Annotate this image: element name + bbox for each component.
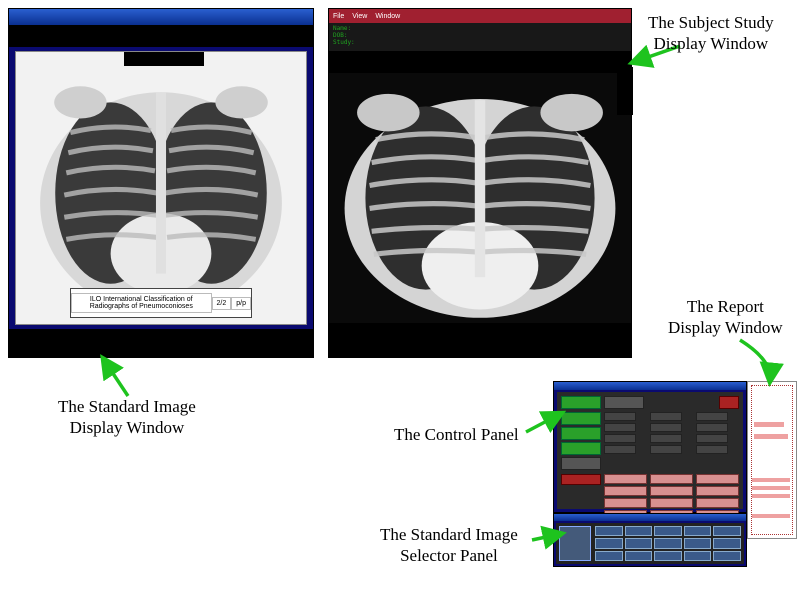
report-mark <box>754 434 788 439</box>
standard-image-display-window: ILO International Classification of Radi… <box>8 8 314 358</box>
value-field[interactable] <box>604 474 647 484</box>
label-subject-study-display: The Subject Study Display Window <box>648 12 774 55</box>
film-footer-strip: ILO International Classification of Radi… <box>70 288 252 318</box>
selector-cell[interactable] <box>595 538 623 548</box>
value-field[interactable] <box>650 498 693 508</box>
info-line: DOB: <box>333 32 627 39</box>
checkbox-row[interactable] <box>604 434 636 443</box>
letterbox-top <box>329 51 631 73</box>
selector-cell[interactable] <box>713 538 741 548</box>
footer-text: ILO International Classification of Radi… <box>71 293 212 313</box>
letterbox-bottom <box>9 329 313 357</box>
xray-film-standard: ILO International Classification of Radi… <box>15 51 307 325</box>
window-titlebar <box>554 382 746 390</box>
checkbox-row[interactable] <box>650 412 682 421</box>
xray-film-subject <box>329 73 631 323</box>
checkbox-row[interactable] <box>696 434 728 443</box>
label-standard-image-display: The Standard Image Display Window <box>58 396 196 439</box>
side-marker-tab <box>617 67 633 115</box>
chest-xray-icon <box>329 73 631 323</box>
selector-cell[interactable] <box>684 551 712 561</box>
checkbox-row[interactable] <box>696 423 728 432</box>
menu-item[interactable]: Window <box>375 13 400 20</box>
window-menubar: File View Window <box>329 9 631 23</box>
checkbox-row[interactable] <box>650 445 682 454</box>
selector-cell[interactable] <box>654 526 682 536</box>
value-field[interactable] <box>696 474 739 484</box>
label-control-panel: The Control Panel <box>394 424 519 445</box>
value-field[interactable] <box>604 498 647 508</box>
selector-cell[interactable] <box>654 538 682 548</box>
checkbox-row[interactable] <box>604 423 636 432</box>
label-report-display: The Report Display Window <box>668 296 783 339</box>
value-field[interactable] <box>696 486 739 496</box>
chest-xray-icon <box>16 52 306 324</box>
control-button[interactable] <box>719 396 739 409</box>
selector-thumbnail[interactable] <box>559 526 591 561</box>
checkbox-row[interactable] <box>696 445 728 454</box>
value-field[interactable] <box>696 498 739 508</box>
control-panel-window <box>553 381 747 513</box>
window-titlebar <box>9 9 313 25</box>
control-button[interactable] <box>561 396 601 409</box>
selector-cell[interactable] <box>595 551 623 561</box>
menu-item[interactable]: View <box>352 13 367 20</box>
control-button[interactable] <box>561 457 601 470</box>
value-field[interactable] <box>650 486 693 496</box>
menu-item[interactable]: File <box>333 13 344 20</box>
redaction-bar <box>124 52 204 66</box>
footer-quality: p/p <box>231 297 251 310</box>
label-standard-image-selector: The Standard Image Selector Panel <box>380 524 518 567</box>
report-mark <box>752 514 790 518</box>
window-titlebar <box>554 514 746 521</box>
control-button[interactable] <box>604 396 644 409</box>
control-button[interactable] <box>561 427 601 440</box>
selector-cell[interactable] <box>625 526 653 536</box>
letterbox-bottom <box>329 323 631 357</box>
checkbox-row[interactable] <box>650 423 682 432</box>
control-panel-body <box>557 392 743 509</box>
standard-image-selector-panel <box>553 513 747 567</box>
diagram-stage: ILO International Classification of Radi… <box>0 0 800 600</box>
report-mark <box>754 422 784 427</box>
selector-cell[interactable] <box>713 526 741 536</box>
selector-cell[interactable] <box>625 538 653 548</box>
footer-code: 2/2 <box>212 297 232 310</box>
selector-cell[interactable] <box>684 526 712 536</box>
checkbox-row[interactable] <box>696 412 728 421</box>
checkbox-row[interactable] <box>604 445 636 454</box>
report-mark <box>752 494 790 498</box>
selector-cell[interactable] <box>595 526 623 536</box>
value-field[interactable] <box>604 486 647 496</box>
checkbox-row[interactable] <box>650 434 682 443</box>
selector-cell[interactable] <box>713 551 741 561</box>
info-line: Name: <box>333 25 627 32</box>
selector-cell[interactable] <box>654 551 682 561</box>
value-field[interactable] <box>650 474 693 484</box>
selector-cell[interactable] <box>625 551 653 561</box>
control-button[interactable] <box>561 412 601 425</box>
info-line: Study: <box>333 39 627 46</box>
report-display-window <box>747 381 797 539</box>
subject-study-display-window: File View Window Name: DOB: Study: <box>328 8 632 358</box>
control-button[interactable] <box>561 442 601 455</box>
selector-body <box>556 523 744 564</box>
selector-cell[interactable] <box>684 538 712 548</box>
letterbox-top <box>9 25 313 47</box>
report-mark <box>752 486 790 490</box>
selector-grid <box>595 526 741 561</box>
control-button[interactable] <box>561 474 601 485</box>
checkbox-row[interactable] <box>604 412 636 421</box>
report-mark <box>752 478 790 482</box>
